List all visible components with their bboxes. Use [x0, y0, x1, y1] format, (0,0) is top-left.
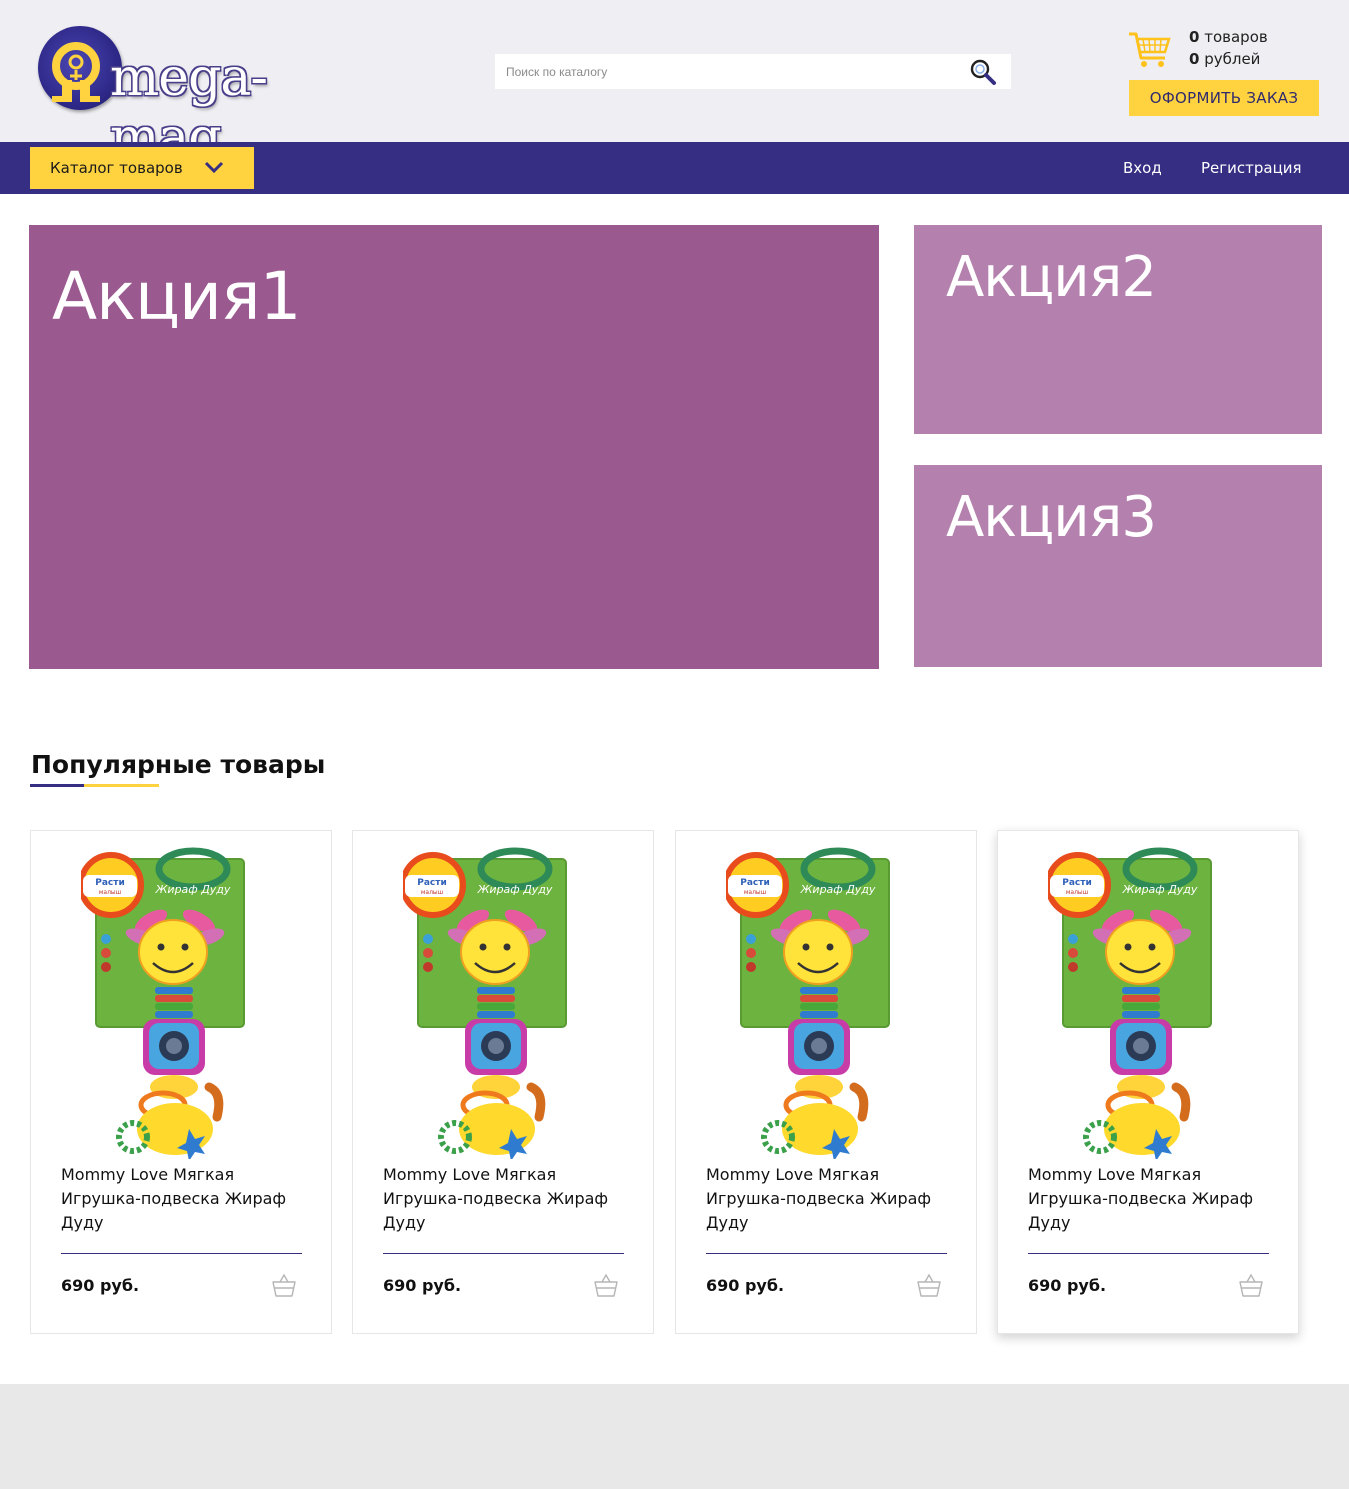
product-card[interactable]: Расти малыш Жираф Дуду Mommy Love Мягкая… [30, 830, 332, 1334]
product-price: 690 руб. [61, 1276, 140, 1295]
package-title-text: Жираф Дуду [1122, 883, 1198, 896]
package-brand-text: Расти [417, 878, 447, 888]
package-brand-text-2: малыш [744, 889, 766, 896]
package-brand-text: Расти [1062, 878, 1092, 888]
package-title-text: Жираф Дуду [477, 883, 553, 896]
search-input[interactable] [495, 54, 965, 89]
promo-banner-3[interactable]: Акция3 [914, 465, 1322, 667]
product-price: 690 руб. [706, 1276, 785, 1295]
cart-icon[interactable] [1127, 30, 1171, 70]
basket-icon[interactable] [1238, 1273, 1264, 1299]
catalog-button[interactable]: Каталог товаров [30, 147, 254, 189]
search-box [495, 54, 1011, 89]
login-link[interactable]: Вход [1123, 142, 1162, 194]
package-brand-text: Расти [95, 878, 125, 888]
product-image[interactable]: Расти малыш Жираф Дуду [81, 847, 281, 1159]
checkout-button[interactable]: ОФОРМИТЬ ЗАКАЗ [1129, 80, 1319, 116]
product-divider [61, 1253, 302, 1254]
promo-banner-1[interactable]: Акция1 [29, 225, 879, 669]
package-title-text: Жираф Дуду [800, 883, 876, 896]
product-image[interactable]: Расти малыш Жираф Дуду [403, 847, 603, 1159]
product-card[interactable]: Расти малыш Жираф Дуду Mommy Love Мягкая… [352, 830, 654, 1334]
product-name[interactable]: Mommy Love Мягкая Игрушка-подвеска Жираф… [383, 1163, 633, 1235]
product-image[interactable]: Расти малыш Жираф Дуду [1048, 847, 1248, 1159]
product-divider [706, 1253, 947, 1254]
footer [0, 1384, 1349, 1489]
package-title-text: Жираф Дуду [155, 883, 231, 896]
logo[interactable]: mega-mag [36, 22, 366, 168]
product-price: 690 руб. [1028, 1276, 1107, 1295]
section-title: Популярные товары [31, 750, 326, 779]
package-brand-text-2: малыш [421, 889, 443, 896]
product-image[interactable]: Расти малыш Жираф Дуду [726, 847, 926, 1159]
basket-icon[interactable] [593, 1273, 619, 1299]
package-brand-text: Расти [740, 878, 770, 888]
promo-banner-2[interactable]: Акция2 [914, 225, 1322, 434]
title-underline-navy [30, 784, 84, 787]
title-underline-yellow [84, 784, 159, 787]
product-divider [383, 1253, 624, 1254]
chevron-down-icon [204, 161, 224, 174]
package-brand-text-2: малыш [99, 889, 121, 896]
product-divider [1028, 1253, 1269, 1254]
catalog-button-label: Каталог товаров [50, 159, 183, 177]
search-icon[interactable] [969, 58, 997, 86]
header: mega-mag 0 товаров 0 рублей ОФОРМИТЬ ЗАК… [0, 0, 1349, 168]
product-name[interactable]: Mommy Love Мягкая Игрушка-подвеска Жираф… [1028, 1163, 1278, 1235]
cart-sum: 0 рублей [1189, 50, 1261, 68]
product-card[interactable]: Расти малыш Жираф Дуду Mommy Love Мягкая… [675, 830, 977, 1334]
basket-icon[interactable] [271, 1273, 297, 1299]
package-brand-text-2: малыш [1066, 889, 1088, 896]
product-name[interactable]: Mommy Love Мягкая Игрушка-подвеска Жираф… [706, 1163, 956, 1235]
product-card[interactable]: Расти малыш Жираф Дуду Mommy Love Мягкая… [997, 830, 1299, 1334]
cart-items-count: 0 товаров [1189, 28, 1268, 46]
basket-icon[interactable] [916, 1273, 942, 1299]
product-price: 690 руб. [383, 1276, 462, 1295]
product-name[interactable]: Mommy Love Мягкая Игрушка-подвеска Жираф… [61, 1163, 311, 1235]
register-link[interactable]: Регистрация [1201, 142, 1302, 194]
main-nav: Каталог товаров Вход Регистрация [0, 142, 1349, 194]
